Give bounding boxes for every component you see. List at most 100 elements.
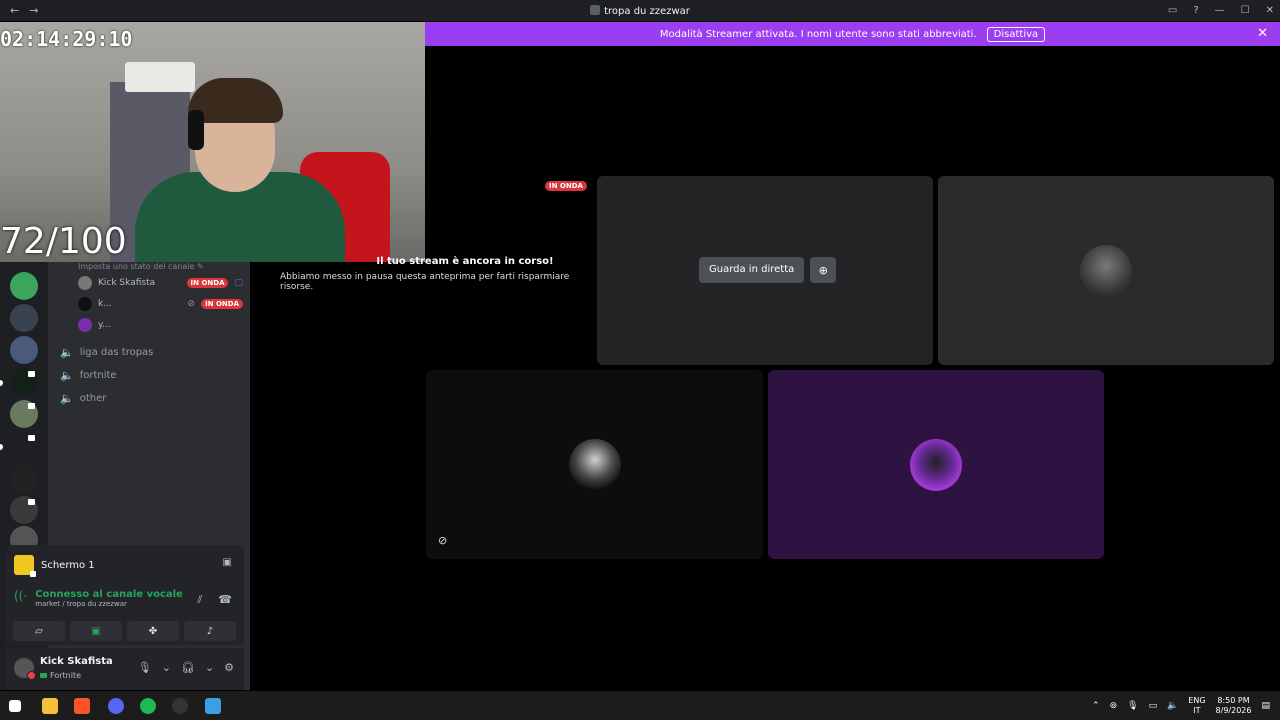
help-icon[interactable]: ? bbox=[1193, 5, 1198, 16]
activities-button[interactable]: ✤ bbox=[127, 621, 179, 641]
user-panel: Kick Skafista Fortnite 🎙︎ ⌄ 🎧︎ ⌄ ⚙ bbox=[6, 648, 244, 690]
live-badge: IN ONDA bbox=[545, 181, 587, 191]
banner-close-icon[interactable]: ✕ bbox=[1257, 26, 1268, 41]
voice-actions: ▱ ▣ ✤ ♪ bbox=[13, 621, 236, 641]
speaker-icon: 🔈 bbox=[60, 369, 74, 382]
muted-icon: ⊘ bbox=[187, 299, 196, 309]
camera-off-button[interactable]: ▱ bbox=[13, 621, 65, 641]
chevron-down-icon[interactable]: ⌄ bbox=[205, 661, 214, 674]
connection-status-text[interactable]: Connesso al canale vocale bbox=[35, 589, 183, 600]
notifications-icon[interactable]: ▤ bbox=[1261, 701, 1270, 711]
member-name: Kick Skafista bbox=[98, 278, 156, 288]
title-bar: ← → tropa du zzezwar ▭ ? — ☐ ✕ bbox=[0, 0, 1280, 21]
voice-member[interactable]: Kick Skafista IN ONDA ▢ bbox=[78, 276, 243, 290]
fortnite-icon[interactable] bbox=[205, 698, 221, 714]
avatar bbox=[78, 276, 92, 290]
inbox-icon[interactable]: ▭ bbox=[1168, 5, 1177, 16]
paused-description: Abbiamo messo in pausa questa anteprima … bbox=[280, 272, 570, 292]
camera-icon: ▢ bbox=[234, 278, 243, 288]
voice-connection-panel: Schermo 1 ▣ ((· Connesso al canale vocal… bbox=[6, 545, 244, 645]
voice-channel-name: other bbox=[79, 393, 107, 404]
chevron-down-icon[interactable]: ⌄ bbox=[162, 661, 171, 674]
channel-status-prompt[interactable]: Imposta uno stato del canale ✎ bbox=[78, 262, 204, 271]
stream-paused-notice: Il tuo stream è ancora in corso! Abbiamo… bbox=[280, 256, 590, 292]
participant-avatar bbox=[910, 438, 962, 491]
minimize-button[interactable]: — bbox=[1215, 5, 1225, 16]
server-icon bbox=[590, 4, 601, 15]
language-indicator[interactable]: ENG IT bbox=[1188, 696, 1205, 716]
disable-streamer-mode-button[interactable]: Disattiva bbox=[986, 26, 1046, 42]
display-icon[interactable]: ▭ bbox=[1149, 701, 1158, 711]
participant-tile[interactable] bbox=[938, 176, 1274, 365]
connection-controls: ⫽ ☎ bbox=[197, 593, 232, 607]
spotify-icon[interactable] bbox=[140, 698, 156, 714]
screen-label: Schermo 1 bbox=[41, 559, 95, 571]
forward-arrow-icon[interactable]: → bbox=[29, 4, 38, 17]
clock-time: 8:50 PM bbox=[1217, 695, 1250, 705]
window-title-text: tropa du zzezwar bbox=[604, 5, 690, 17]
voice-badge-icon bbox=[28, 435, 35, 441]
watch-controls: Guarda in diretta ⊕ bbox=[699, 257, 837, 283]
nav-buttons: ← → bbox=[0, 4, 38, 17]
member-name: k... bbox=[98, 299, 112, 309]
back-arrow-icon[interactable]: ← bbox=[10, 4, 19, 17]
participant-tile[interactable] bbox=[768, 370, 1104, 559]
volume-icon[interactable]: 🔈 bbox=[1167, 701, 1178, 711]
voice-channel-liga-das-tropas[interactable]: 🔈 liga das tropas bbox=[60, 346, 153, 359]
server-icon[interactable] bbox=[10, 336, 38, 364]
paused-title: Il tuo stream è ancora in corso! bbox=[376, 256, 554, 267]
noise-suppression-icon[interactable]: ⫽ bbox=[197, 593, 202, 607]
server-icon[interactable] bbox=[10, 304, 38, 332]
network-icon[interactable]: ⊚ bbox=[1110, 701, 1118, 711]
voice-member[interactable]: y... bbox=[78, 318, 243, 332]
window-controls: ▭ ? — ☐ ✕ bbox=[1168, 0, 1274, 21]
obs-icon[interactable] bbox=[172, 698, 188, 714]
soundboard-button[interactable]: ♪ bbox=[184, 621, 236, 641]
user-name[interactable]: Kick Skafista bbox=[40, 656, 113, 667]
clock[interactable]: 8:50 PM 8/9/2026 bbox=[1216, 696, 1252, 716]
preview-icon[interactable]: ⊕ bbox=[810, 257, 837, 283]
headphones-icon[interactable]: 🎧︎ bbox=[181, 661, 195, 674]
user-controls: 🎙︎ ⌄ 🎧︎ ⌄ ⚙ bbox=[138, 661, 234, 674]
stream-tile[interactable]: Guarda in diretta ⊕ bbox=[597, 176, 933, 365]
voice-channel-fortnite[interactable]: 🔈 fortnite bbox=[60, 369, 117, 382]
watch-live-button[interactable]: Guarda in diretta bbox=[699, 257, 805, 283]
participant-avatar bbox=[1080, 244, 1132, 297]
window-title: tropa du zzezwar bbox=[0, 4, 1280, 17]
participant-avatar bbox=[568, 438, 621, 491]
unread-indicator bbox=[0, 380, 3, 386]
voice-badge-icon bbox=[28, 371, 35, 377]
microphone-icon[interactable]: 🎙︎ bbox=[1127, 701, 1138, 711]
banner-text: Modalità Streamer attivata. I nomi utent… bbox=[659, 28, 977, 40]
microphone-icon[interactable]: 🎙︎ bbox=[138, 661, 152, 674]
screen-share-button[interactable]: ▣ bbox=[70, 621, 122, 641]
server-icon[interactable] bbox=[10, 272, 38, 300]
webcam-air-conditioner bbox=[125, 62, 195, 92]
connection-status: ((· Connesso al canale vocale market / t… bbox=[14, 589, 183, 608]
user-activity: Fortnite bbox=[40, 671, 81, 680]
voice-member[interactable]: k... ⊘ IN ONDA bbox=[78, 297, 243, 311]
avatar bbox=[78, 318, 92, 332]
system-tray: ⌃ ⊚ 🎙︎ ▭ 🔈 ENG IT 8:50 PM 8/9/2026 ▤ bbox=[1092, 691, 1270, 720]
windows-start-icon[interactable] bbox=[9, 700, 21, 712]
user-avatar[interactable] bbox=[14, 658, 36, 680]
speaker-icon: 🔈 bbox=[60, 346, 74, 359]
brave-browser-icon[interactable] bbox=[74, 698, 90, 714]
lang-line1: ENG bbox=[1188, 695, 1206, 705]
server-icon[interactable] bbox=[10, 464, 38, 492]
chevron-up-icon[interactable]: ⌃ bbox=[1092, 701, 1100, 711]
stop-sharing-icon[interactable]: ▣ bbox=[223, 557, 232, 568]
settings-gear-icon[interactable]: ⚙ bbox=[224, 661, 234, 674]
webcam-headset bbox=[188, 110, 204, 150]
connection-location[interactable]: market / tropa du zzezwar bbox=[35, 600, 183, 608]
voice-channel-other[interactable]: 🔈 other bbox=[60, 392, 106, 405]
voice-badge-icon bbox=[28, 403, 35, 409]
file-explorer-icon[interactable] bbox=[42, 698, 58, 714]
maximize-button[interactable]: ☐ bbox=[1241, 5, 1250, 16]
voice-channel-name: fortnite bbox=[79, 370, 117, 381]
live-badge: IN ONDA bbox=[186, 278, 229, 288]
discord-icon[interactable] bbox=[108, 698, 124, 714]
participant-tile[interactable]: ⊘ bbox=[426, 370, 763, 559]
disconnect-icon[interactable]: ☎ bbox=[218, 593, 232, 607]
close-window-button[interactable]: ✕ bbox=[1266, 5, 1274, 16]
